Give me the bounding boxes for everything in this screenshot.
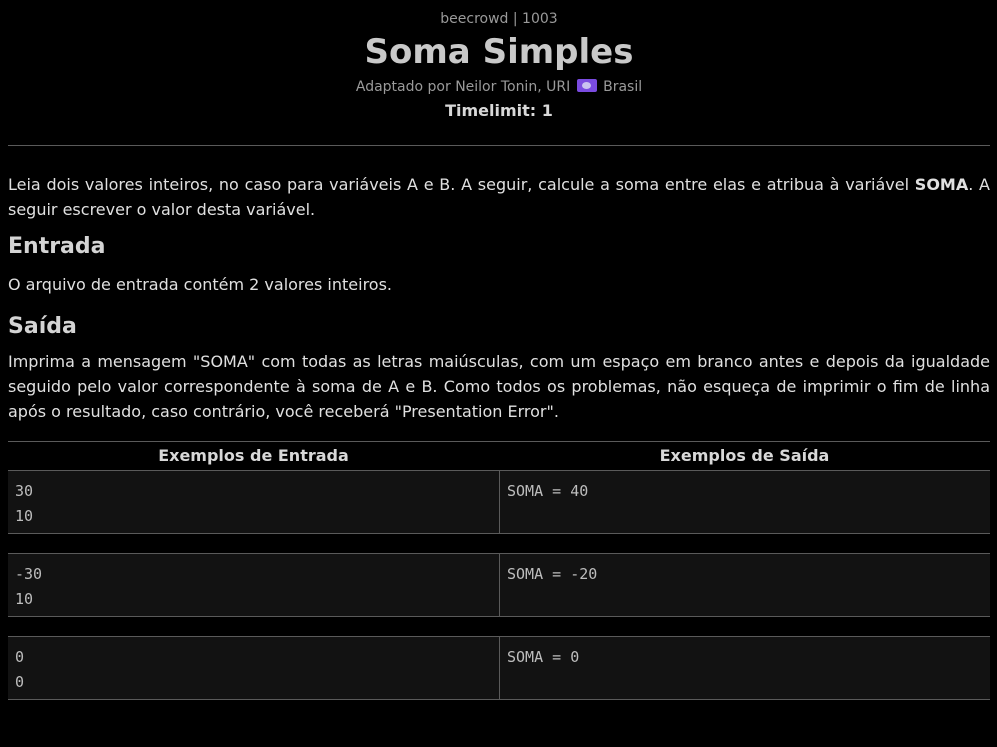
author-text: Adaptado por Neilor Tonin, URI	[355, 79, 571, 95]
timelimit: Timelimit: 1	[445, 101, 553, 120]
sample-input[interactable]: 0 0	[8, 637, 499, 699]
sample-row: 0 0 SOMA = 0	[8, 636, 990, 700]
problem-header: beecrowd | 1003 Soma Simples Adaptado po…	[8, 0, 990, 122]
brazil-flag-icon	[576, 79, 597, 92]
author-country: Brasil	[603, 79, 643, 95]
saida-title: Saída	[8, 314, 77, 339]
sample-output[interactable]: SOMA = -20	[499, 554, 990, 616]
page-title: Soma Simples	[364, 32, 634, 72]
sample-input[interactable]: 30 10	[8, 471, 499, 533]
sample-row: 30 10 SOMA = 40	[8, 471, 990, 534]
entrada-text: O arquivo de entrada contém 2 valores in…	[8, 275, 393, 294]
sample-output[interactable]: SOMA = 0	[499, 637, 990, 699]
samples-table: Exemplos de Entrada Exemplos de Saída 30…	[8, 441, 990, 700]
header-divider	[8, 145, 990, 146]
site-problem-id: beecrowd | 1003	[440, 11, 558, 27]
sample-output[interactable]: SOMA = 40	[499, 471, 990, 533]
entrada-title: Entrada	[8, 234, 106, 259]
saida-text: Imprima a mensagem "SOMA" com todas as l…	[8, 352, 990, 421]
problem-page: beecrowd | 1003 Soma Simples Adaptado po…	[8, 0, 990, 700]
sample-row: -30 10 SOMA = -20	[8, 553, 990, 617]
output-examples-header: Exemplos de Saída	[659, 446, 830, 465]
description-bold: SOMA	[914, 175, 969, 194]
samples-header: Exemplos de Entrada Exemplos de Saída	[8, 442, 990, 471]
author-line: Adaptado por Neilor Tonin, URI Brasil	[8, 77, 990, 97]
sample-input[interactable]: -30 10	[8, 554, 499, 616]
input-examples-header: Exemplos de Entrada	[158, 446, 349, 465]
problem-description: Leia dois valores inteiros, no caso para…	[8, 172, 990, 222]
description-part1: Leia dois valores inteiros, no caso para…	[8, 175, 915, 194]
